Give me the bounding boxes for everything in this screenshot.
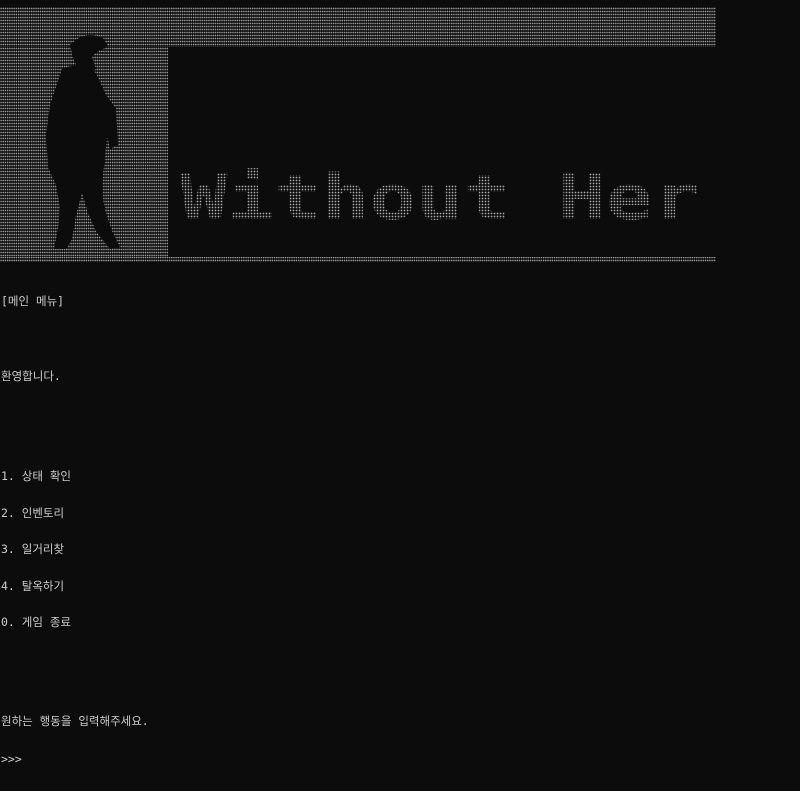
menu-item-quit: 0. 게임 종료 [1, 615, 72, 629]
banner-inner: Without Her [0, 35, 716, 257]
console-window: Without Her [메인 메뉴] 환영합니다. 1. 상태 확인 2. 인… [0, 0, 800, 765]
ascii-art-panel [0, 35, 168, 257]
action-prompt-text: 원하는 행동을 입력해주세요. [1, 714, 149, 728]
prompt-symbol: >>> [1, 751, 22, 766]
banner-title-text: Without Her [180, 161, 700, 234]
banner-title-art: Without Her [180, 161, 700, 234]
command-input-line[interactable]: >>> [1, 751, 791, 766]
menu-item-find-work: 3. 일거리찾 [1, 542, 65, 556]
main-menu-list: 1. 상태 확인 2. 인벤토리 3. 일거리찾 4. 탈옥하기 0. 게임 종… [1, 445, 791, 653]
woman-silhouette-art [46, 35, 120, 249]
menu-item-escape: 4. 탈옥하기 [1, 578, 65, 593]
welcome-message: 환영합니다. [1, 369, 61, 383]
menu-section-header: [메인 메뉴] [1, 294, 65, 308]
menu-item-status: 1. 상태 확인 [1, 469, 72, 483]
console-output: [메인 메뉴] 환영합니다. 1. 상태 확인 2. 인벤토리 3. 일거리찾 … [1, 270, 791, 790]
menu-item-inventory: 2. 인벤토리 [1, 505, 65, 520]
ascii-banner: Without Her [0, 7, 716, 262]
